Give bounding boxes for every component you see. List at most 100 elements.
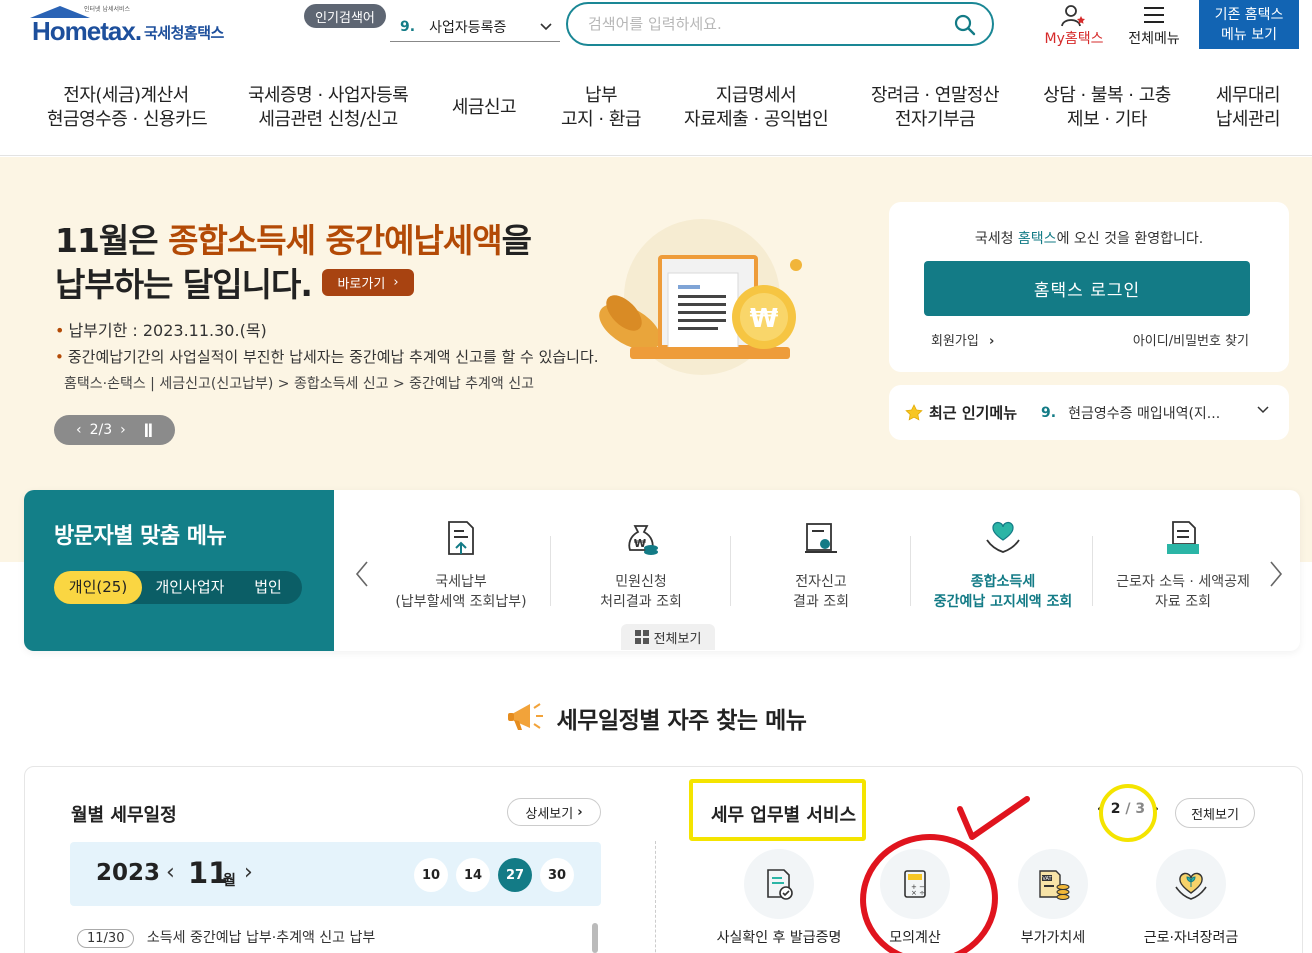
tab-individual[interactable]: 개인(25): [54, 571, 142, 604]
gnb-line2: 전자기부금: [894, 109, 976, 130]
gnb-line1: 상담 · 불복 · 고충: [1043, 85, 1171, 106]
calendar-month-unit: 월: [223, 873, 236, 889]
hero-goto-button[interactable]: 바로가기 ›: [322, 269, 414, 296]
scrollbar[interactable]: [592, 923, 598, 953]
next-arrow-icon[interactable]: [1268, 560, 1284, 594]
chevron-down-icon: [1255, 401, 1271, 421]
hero-title-highlight: 종합소득세 중간예납세액: [168, 221, 502, 260]
visitor-menu-panel: 방문자별 맞춤 메뉴 개인(25) 개인사업자 법인: [24, 490, 334, 651]
my-hometax-label: My홈택스: [1044, 31, 1104, 47]
prev-month-icon[interactable]: ‹: [166, 860, 175, 885]
day-chip-selected[interactable]: 27: [498, 858, 532, 892]
gnb-consulting[interactable]: 상담 · 불복 · 고충 제보 · 기타: [1040, 84, 1174, 132]
tab-corporation[interactable]: 법인: [240, 571, 296, 604]
hero-pager[interactable]: ‹ 2/3 › ǁ: [54, 415, 175, 445]
gnb-line1: 납부: [584, 85, 618, 106]
certificate-check-icon: [767, 869, 793, 900]
gnb-payment-statement[interactable]: 지급명세서 자료제출 · 공익법인: [684, 84, 829, 132]
visitor-item-line2: 중간예납 고지세액 조회: [933, 594, 1073, 610]
recent-menu-title: 최근 인기메뉴: [929, 404, 1018, 422]
gnb-line2: 세금관련 신청/신고: [258, 109, 398, 130]
detail-label: 상세보기: [525, 806, 574, 822]
search-icon[interactable]: [954, 14, 976, 36]
visitor-item-e-filing[interactable]: 전자신고 결과 조회: [731, 518, 911, 612]
old-hometax-line2: 메뉴 보기: [1221, 27, 1277, 43]
all-menu-button[interactable]: 전체메뉴: [1122, 4, 1186, 48]
login-button[interactable]: 홈택스 로그인: [924, 261, 1250, 316]
signup-link[interactable]: 회원가입 ›: [931, 330, 994, 349]
service-icon-bg: [744, 849, 814, 919]
gnb-line2: 제보 · 기타: [1067, 109, 1147, 130]
gnb-tax-agent[interactable]: 세무대리 납세관리: [1210, 84, 1286, 132]
tax-document-coin-illustration: ₩: [599, 219, 802, 375]
service-label: 근로·자녀장려금: [1143, 930, 1239, 946]
popular-keyword: 사업자등록증: [429, 19, 507, 36]
heart-sprout-hands-icon: [1175, 872, 1207, 900]
visitor-item-income-tax-interim[interactable]: 종합소득세 중간예납 고지세액 조회: [913, 518, 1093, 612]
hero-note: • 중간예납기간의 사업실적이 부진한 납세자는 중간예납 추계액 신고를 할 수…: [55, 348, 599, 366]
gnb-line2: 고지 · 환급: [561, 109, 641, 130]
visitor-item-worker-deduction[interactable]: 근로자 소득 · 세액공제 자료 조회: [1093, 518, 1273, 612]
popular-search-badge: 인기검색어: [304, 4, 386, 28]
calendar-bar: 2023 ‹ 11 월 › 10 14 27 30: [70, 842, 601, 906]
visitor-view-all-button[interactable]: 전체보기: [621, 624, 715, 650]
gnb-certificate[interactable]: 국세증명 · 사업자등록 세금관련 신청/신고: [248, 84, 409, 132]
hero-menu-path: 홈택스·손택스 | 세금신고(신고납부) > 종합소득세 신고 > 중간예납 추…: [64, 376, 535, 392]
hero-deadline: • 납부기한 : 2023.11.30.(목): [55, 321, 267, 340]
recent-popular-menu[interactable]: 최근 인기메뉴 9. 현금영수증 매입내역(지...: [889, 385, 1289, 440]
old-hometax-menu-button[interactable]: 기존 홈택스 메뉴 보기: [1199, 0, 1299, 49]
tab-sole-proprietor[interactable]: 개인사업자: [146, 571, 234, 604]
logo-word: Hometax.: [32, 16, 142, 46]
recent-menu-rank: 9.: [1041, 404, 1057, 421]
my-hometax-link[interactable]: My홈택스: [1038, 4, 1110, 48]
prev-icon[interactable]: ‹: [76, 422, 82, 438]
day-chip[interactable]: 10: [414, 858, 448, 892]
visitor-item-line1: 종합소득세: [970, 574, 1036, 590]
visitor-item-line2: (납부할세액 조회납부): [395, 594, 527, 610]
chevron-right-icon: ›: [393, 275, 399, 290]
yellow-highlight-circle: [1099, 784, 1157, 842]
visitor-item-line2: 자료 조회: [1155, 594, 1211, 610]
service-fact-confirmation[interactable]: 사실확인 후 발급증명: [709, 849, 849, 947]
day-chip[interactable]: 14: [456, 858, 490, 892]
gnb-line2: 납세관리: [1215, 109, 1281, 130]
find-id-password-link[interactable]: 아이디/비밀번호 찾기: [1133, 330, 1249, 349]
all-menu-label: 전체메뉴: [1128, 31, 1180, 47]
gnb-line1: 장려금 · 연말정산: [870, 85, 1000, 106]
welcome-text: 국세청 홈택스에 오신 것을 환영합니다.: [889, 228, 1289, 248]
megaphone-icon: [507, 703, 543, 730]
chevron-right-icon: ›: [577, 804, 583, 820]
gnb-e-invoice[interactable]: 전자(세금)계산서 현금영수증 · 신용카드: [47, 84, 208, 132]
search-input[interactable]: [588, 15, 928, 33]
pause-icon[interactable]: ǁ: [144, 422, 153, 438]
money-bag-icon: ₩: [628, 525, 658, 555]
goto-label: 바로가기: [337, 277, 386, 292]
next-month-icon[interactable]: ›: [244, 860, 253, 885]
gnb-line1: 전자(세금)계산서: [63, 85, 189, 106]
hero-title-part: 을: [501, 221, 532, 260]
hamburger-menu-icon: [1144, 7, 1164, 23]
visitor-item-line1: 국세납부: [435, 574, 487, 590]
gnb-incentive[interactable]: 장려금 · 연말정산 전자기부금: [868, 84, 1002, 132]
visitor-item-civil-petition[interactable]: ₩ 민원신청 처리결과 조회: [551, 518, 731, 612]
svg-text:₩: ₩: [750, 304, 779, 334]
hero-title-line2: 납부하는 달입니다.: [55, 265, 313, 304]
search-bar: [566, 2, 994, 46]
day-chip[interactable]: 30: [540, 858, 574, 892]
prev-arrow-icon[interactable]: [354, 560, 370, 594]
schedule-list-item[interactable]: 11/30 소득세 중간예납 납부·추계액 신고 납부: [77, 927, 375, 948]
global-navigation: 전자(세금)계산서 현금영수증 · 신용카드 국세증명 · 사업자등록 세금관련…: [0, 70, 1312, 156]
gnb-tax-filing[interactable]: 세금신고: [446, 96, 522, 120]
gnb-payment[interactable]: 납부 고지 · 환급: [556, 84, 646, 132]
visitor-item-tax-payment[interactable]: 국세납부 (납부할세액 조회납부): [371, 518, 551, 612]
visitor-item-line1: 민원신청: [615, 574, 667, 590]
chevron-down-icon: [538, 18, 554, 38]
popular-rank: 9.: [400, 18, 416, 35]
popular-search-select[interactable]: 9. 사업자등록증: [390, 12, 560, 42]
next-icon[interactable]: ›: [120, 422, 126, 438]
service-work-child-incentive[interactable]: 근로·자녀장려금: [1121, 849, 1261, 947]
schedule-detail-button[interactable]: 상세보기 ›: [507, 798, 601, 826]
service-view-all-button[interactable]: 전체보기: [1175, 798, 1255, 828]
hometax-logo[interactable]: 인터넷 납세서비스 Hometax. 국세청홈택스: [26, 4, 246, 48]
divider: [910, 536, 911, 606]
